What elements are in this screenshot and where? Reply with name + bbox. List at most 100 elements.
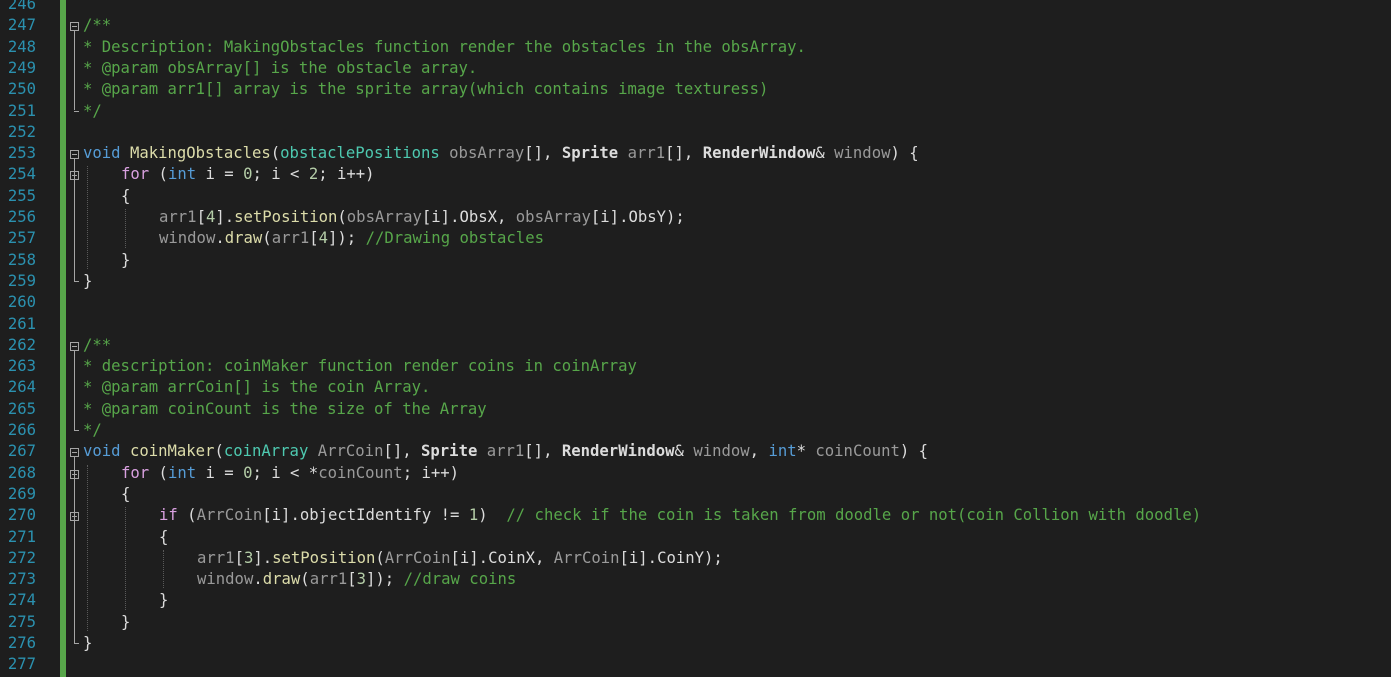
code-token: [i].objectIdentify != xyxy=(262,506,469,525)
code-text: window.draw(arr1[4]); //Drawing obstacle… xyxy=(159,228,544,249)
code-line[interactable] xyxy=(66,292,1391,313)
code-token: ( xyxy=(214,442,224,461)
fold-region-line xyxy=(74,31,75,111)
line-number: 247 xyxy=(7,16,36,35)
line-number: 252 xyxy=(7,122,36,141)
code-token: ]); xyxy=(366,570,404,589)
code-line[interactable]: * description: coinMaker function render… xyxy=(66,356,1391,377)
code-token: obsArray xyxy=(515,208,591,226)
code-text: if (ArrCoin[i].objectIdentify != 1) // c… xyxy=(159,505,1201,526)
code-text: /** xyxy=(83,335,111,356)
collapse-toggle-icon[interactable] xyxy=(70,448,79,458)
code-token: [], xyxy=(524,144,562,163)
code-token: & xyxy=(815,144,835,163)
code-token: // check if the coin is taken from doodl… xyxy=(506,506,1202,525)
code-text: */ xyxy=(83,101,102,122)
code-token: arr1 xyxy=(197,548,235,567)
code-line[interactable]: * @param arr1[] array is the sprite arra… xyxy=(66,79,1391,100)
line-number: 271 xyxy=(7,527,36,546)
code-line[interactable]: } xyxy=(66,271,1391,292)
code-token: window xyxy=(693,442,750,461)
code-text: arr1[3].setPosition(ArrCoin[i].CoinX, Ar… xyxy=(197,548,723,569)
code-line[interactable]: } xyxy=(66,590,1391,611)
code-token: window xyxy=(197,570,254,589)
code-line[interactable]: void MakingObstacles(obstaclePositions o… xyxy=(66,143,1391,164)
code-line[interactable]: window.draw(arr1[3]); //draw coins xyxy=(66,569,1391,590)
code-text: for (int i = 0; i < *coinCount; i++) xyxy=(121,463,459,484)
code-line[interactable]: window.draw(arr1[4]); //Drawing obstacle… xyxy=(66,228,1391,249)
line-number: 248 xyxy=(7,37,36,56)
line-number: 249 xyxy=(7,58,36,77)
code-line[interactable]: */ xyxy=(66,420,1391,441)
code-line[interactable] xyxy=(66,122,1391,143)
collapse-toggle-icon[interactable] xyxy=(70,341,79,351)
code-token: window xyxy=(159,229,216,248)
code-token: for xyxy=(121,463,150,482)
code-line[interactable]: { xyxy=(66,186,1391,207)
code-line[interactable]: for (int i = 0; i < 2; i++) xyxy=(66,164,1391,185)
code-line[interactable]: void coinMaker(coinArray ArrCoin[], Spri… xyxy=(66,441,1391,462)
code-token: * @param arrCoin[] is the coin Array. xyxy=(83,378,431,397)
line-number: 277 xyxy=(7,655,36,674)
code-token: int xyxy=(768,442,797,461)
code-line[interactable] xyxy=(66,0,1391,15)
code-line[interactable]: /** xyxy=(66,335,1391,356)
code-line[interactable]: } xyxy=(66,250,1391,271)
code-line[interactable]: arr1[3].setPosition(ArrCoin[i].CoinX, Ar… xyxy=(66,548,1391,569)
line-number: 273 xyxy=(7,570,36,589)
code-token: { xyxy=(121,484,131,503)
code-line[interactable]: /** xyxy=(66,15,1391,36)
code-line[interactable]: if (ArrCoin[i].objectIdentify != 1) // c… xyxy=(66,505,1391,526)
code-text: * @param coinCount is the size of the Ar… xyxy=(83,399,487,420)
code-token: } xyxy=(83,271,93,290)
fold-region-end xyxy=(74,430,79,431)
code-line[interactable]: arr1[4].setPosition(obsArray[i].ObsX, ob… xyxy=(66,207,1391,228)
code-text: */ xyxy=(83,420,102,441)
indent-guide xyxy=(125,507,126,610)
code-token: void xyxy=(83,144,130,163)
collapse-toggle-icon[interactable] xyxy=(70,22,79,32)
code-token: [], xyxy=(665,144,703,163)
code-token: for xyxy=(121,165,150,184)
code-token: [ xyxy=(234,548,244,567)
code-line[interactable]: */ xyxy=(66,101,1391,122)
line-number: 275 xyxy=(7,612,36,631)
code-token: ]); xyxy=(328,229,366,248)
code-token: [], xyxy=(383,442,422,461)
code-token: arr1 xyxy=(271,229,310,248)
code-token: [ xyxy=(196,208,206,226)
line-number: 272 xyxy=(7,548,36,567)
code-line[interactable]: * @param obsArray[] is the obstacle arra… xyxy=(66,58,1391,79)
code-line[interactable]: * Description: MakingObstacles function … xyxy=(66,37,1391,58)
code-token: /** xyxy=(83,16,112,35)
code-token: ( xyxy=(149,463,168,482)
code-line[interactable] xyxy=(66,314,1391,335)
code-editor[interactable]: 246 247 248 249 250 251 252 253 254 255 256 257 258 2… xyxy=(0,0,1391,677)
code-token: void xyxy=(83,442,130,461)
code-token: * @param obsArray[] is the obstacle arra… xyxy=(83,58,478,77)
code-area[interactable]: /** * Description: MakingObstacles functi… xyxy=(66,0,1391,677)
code-token: //draw coins xyxy=(403,570,517,589)
code-line[interactable] xyxy=(66,654,1391,675)
code-token: ]. xyxy=(215,208,235,226)
code-line[interactable]: } xyxy=(66,612,1391,633)
code-line[interactable]: } xyxy=(66,633,1391,654)
code-token: [ xyxy=(309,229,319,248)
line-number: 267 xyxy=(7,442,36,461)
code-token: Sprite xyxy=(421,442,487,461)
code-token: * description: coinMaker function render… xyxy=(83,357,637,376)
code-line[interactable]: for (int i = 0; i < *coinCount; i++) xyxy=(66,463,1391,484)
code-line[interactable]: * @param coinCount is the size of the Ar… xyxy=(66,399,1391,420)
code-token: ; i < * xyxy=(252,463,319,482)
code-line[interactable]: { xyxy=(66,484,1391,505)
code-line[interactable]: { xyxy=(66,527,1391,548)
line-number: 253 xyxy=(7,144,36,163)
code-token: coinArray xyxy=(223,442,318,461)
code-token: */ xyxy=(83,101,102,120)
collapse-toggle-icon[interactable] xyxy=(70,150,79,160)
code-token: setPosition xyxy=(272,548,376,567)
code-text: } xyxy=(121,250,130,271)
code-line[interactable]: * @param arrCoin[] is the coin Array. xyxy=(66,377,1391,398)
line-number: 276 xyxy=(7,634,36,652)
code-token: , xyxy=(749,442,769,461)
